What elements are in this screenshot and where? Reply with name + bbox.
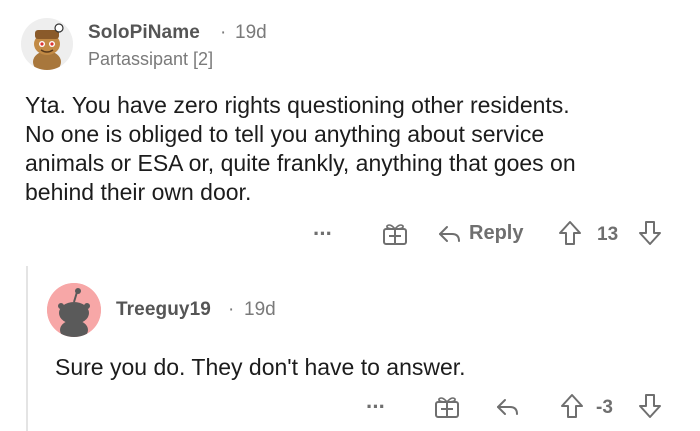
comment-body-line: behind their own door.	[25, 179, 252, 205]
downvote-button[interactable]	[638, 393, 662, 419]
upvote-icon	[559, 221, 581, 245]
comment-body-line: Yta. You have zero rights questioning ot…	[25, 92, 570, 118]
vote-score: -3	[596, 397, 613, 418]
snoo-avatar-icon	[21, 18, 73, 70]
downvote-icon	[639, 394, 661, 418]
separator-dot: ·	[228, 299, 235, 320]
vote-score: 13	[597, 224, 619, 245]
award-button[interactable]	[434, 395, 460, 419]
comment-body: Yta. You have zero rights questioning ot…	[25, 91, 685, 207]
reply-body: Sure you do. They don't have to answer.	[55, 354, 466, 380]
reply-button[interactable]: Reply	[437, 222, 523, 245]
reply-button[interactable]	[495, 396, 521, 418]
upvote-button[interactable]	[560, 393, 584, 419]
reply-arrow-icon	[497, 399, 518, 415]
more-options-button[interactable]: ···	[366, 393, 386, 421]
reply-username[interactable]: Treeguy19	[116, 299, 211, 321]
reply-label: Reply	[469, 222, 524, 244]
downvote-button[interactable]	[638, 220, 662, 246]
more-icon: ···	[366, 394, 386, 419]
comment-age: 19d	[235, 22, 267, 43]
comment-body-line: No one is obliged to tell you anything a…	[25, 121, 545, 147]
more-icon: ···	[313, 221, 333, 246]
gift-icon	[435, 397, 459, 418]
avatar[interactable]	[21, 18, 73, 70]
comment-username[interactable]: SoloPiName	[88, 22, 200, 44]
thread-line[interactable]	[26, 266, 28, 431]
separator-dot: ·	[220, 22, 227, 43]
reply-arrow-icon	[439, 225, 460, 242]
award-button[interactable]	[382, 222, 408, 246]
upvote-button[interactable]	[558, 220, 582, 246]
gift-icon	[383, 224, 407, 245]
more-options-button[interactable]: ···	[313, 220, 333, 248]
user-flair: Partassipant [2]	[88, 49, 214, 69]
reply-avatar[interactable]	[47, 283, 101, 337]
snoo-avatar-icon	[47, 283, 101, 337]
comment-body-line: animals or ESA or, quite frankly, anythi…	[25, 150, 576, 176]
downvote-icon	[639, 221, 661, 245]
reply-age: 19d	[244, 299, 276, 320]
upvote-icon	[561, 394, 583, 418]
